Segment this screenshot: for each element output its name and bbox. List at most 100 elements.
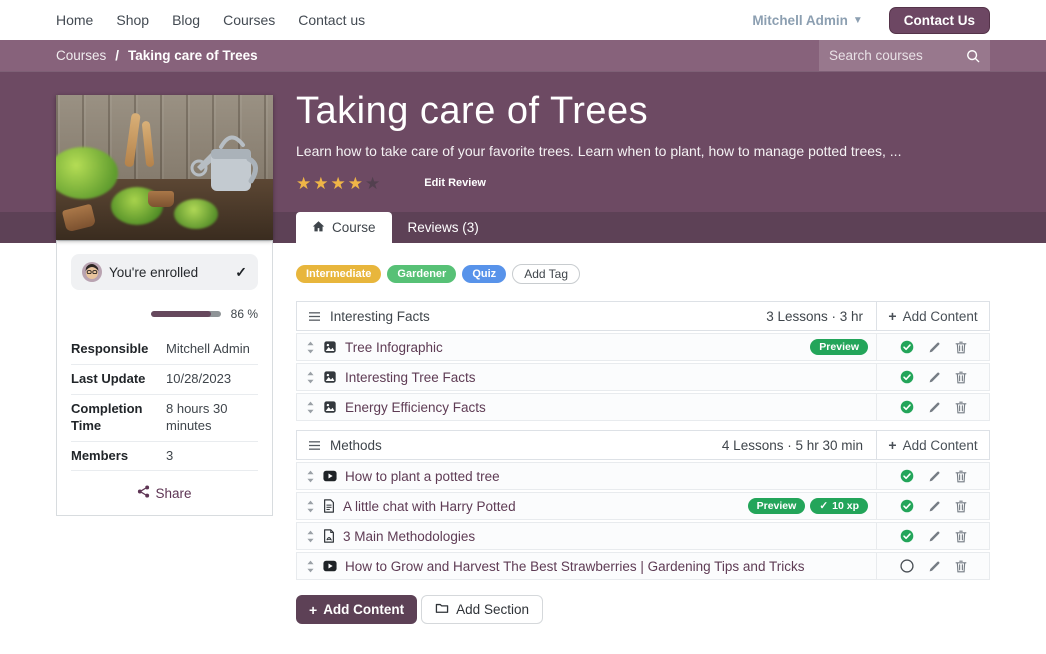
tab-reviews-label: Reviews (3) [408, 220, 479, 235]
section-meta: 4 Lessons · 5 hr 30 min [722, 438, 863, 453]
detail-row: Completion Time 8 hours 30 minutes [71, 394, 258, 441]
pencil-icon[interactable] [928, 500, 941, 513]
document-icon [323, 499, 335, 513]
lesson-title-link[interactable]: How to plant a potted tree [345, 469, 860, 484]
preview-badge: Preview [810, 339, 868, 355]
trash-icon[interactable] [955, 341, 967, 354]
star-rating[interactable]: ★★★★★ [296, 175, 382, 192]
course-side-panel: You're enrolled ✓ 86 % Responsible Mitch… [56, 95, 273, 516]
drag-handle-icon[interactable] [297, 500, 323, 513]
nav-link-blog[interactable]: Blog [172, 12, 200, 28]
pencil-icon[interactable] [928, 371, 941, 384]
tag-gardener[interactable]: Gardener [387, 265, 456, 283]
section-title[interactable]: Methods [330, 438, 722, 453]
pencil-icon[interactable] [928, 401, 941, 414]
section-header: Methods 4 Lessons · 5 hr 30 min + Add Co… [296, 430, 990, 460]
star-icon[interactable]: ★ [331, 174, 348, 193]
top-navigation: Home Shop Blog Courses Contact us Mitche… [0, 0, 1046, 40]
lesson-row: 3 Main Methodologies [296, 522, 990, 550]
trash-icon[interactable] [955, 560, 967, 573]
drag-handle-icon[interactable] [297, 530, 323, 543]
pencil-icon[interactable] [928, 341, 941, 354]
lesson-title-link[interactable]: A little chat with Harry Potted [343, 499, 740, 514]
search-input[interactable] [829, 48, 966, 63]
section-add-content-label: Add Content [903, 309, 978, 324]
cover-watering-can [187, 123, 265, 202]
breadcrumb-parent[interactable]: Courses [56, 48, 106, 63]
trash-icon[interactable] [955, 401, 967, 414]
tag-quiz[interactable]: Quiz [462, 265, 506, 283]
pencil-icon[interactable] [928, 470, 941, 483]
add-content-button[interactable]: + Add Content [296, 595, 417, 624]
share-button[interactable]: Share [137, 485, 191, 501]
nav-link-contact-us[interactable]: Contact us [298, 12, 365, 28]
drag-handle-icon[interactable] [297, 401, 323, 414]
trash-icon[interactable] [955, 371, 967, 384]
circle-check-icon[interactable] [900, 469, 914, 483]
trash-icon[interactable] [955, 530, 967, 543]
rating-row: ★★★★★ Edit Review [296, 175, 990, 192]
plus-icon: + [888, 309, 896, 323]
user-menu[interactable]: Mitchell Admin ▼ [752, 13, 862, 28]
star-icon[interactable]: ★ [348, 174, 365, 193]
image-icon [323, 400, 337, 414]
drag-handle-icon[interactable] [297, 470, 323, 483]
circle-outline-icon[interactable] [900, 559, 914, 573]
cover-pot [148, 191, 174, 207]
footer-buttons: + Add Content Add Section [296, 595, 990, 624]
drag-handle-icon[interactable] [297, 341, 323, 354]
lesson-title-link[interactable]: How to Grow and Harvest The Best Strawbe… [345, 559, 860, 574]
nav-link-courses[interactable]: Courses [223, 12, 275, 28]
add-content-button-label: Add Content [323, 602, 404, 617]
section-add-content-button[interactable]: + Add Content [877, 309, 989, 324]
add-tag-button[interactable]: Add Tag [512, 264, 580, 284]
drag-handle-icon[interactable] [297, 371, 323, 384]
lesson-actions [877, 559, 989, 573]
trash-icon[interactable] [955, 470, 967, 483]
check-icon: ✓ [819, 500, 828, 512]
detail-value: 3 [166, 448, 258, 465]
nav-link-shop[interactable]: Shop [116, 12, 149, 28]
lesson-title-link[interactable]: Interesting Tree Facts [345, 370, 860, 385]
menu-drag-icon[interactable] [297, 311, 330, 322]
menu-drag-icon[interactable] [297, 440, 330, 451]
section-add-content-button[interactable]: + Add Content [877, 438, 989, 453]
enrolled-banner: You're enrolled ✓ [71, 254, 258, 290]
share-icon [137, 485, 150, 501]
detail-row: Members 3 [71, 441, 258, 471]
progress-percent: 86 % [231, 307, 258, 321]
lesson-title-link[interactable]: Tree Infographic [345, 340, 802, 355]
section-title[interactable]: Interesting Facts [330, 309, 766, 324]
section-rows: Tree Infographic Preview Interesting Tre… [296, 333, 990, 421]
detail-label: Responsible [71, 341, 166, 358]
detail-label: Completion Time [71, 401, 166, 435]
add-section-button[interactable]: Add Section [421, 595, 543, 624]
star-icon[interactable]: ★ [313, 174, 330, 193]
search-icon[interactable] [966, 49, 980, 63]
drag-handle-icon[interactable] [297, 560, 323, 573]
circle-check-icon[interactable] [900, 400, 914, 414]
pencil-icon[interactable] [928, 560, 941, 573]
star-icon[interactable]: ★ [296, 174, 313, 193]
detail-value: Mitchell Admin [166, 341, 258, 358]
trash-icon[interactable] [955, 500, 967, 513]
tab-course[interactable]: Course [296, 212, 392, 243]
circle-check-icon[interactable] [900, 499, 914, 513]
contact-us-button[interactable]: Contact Us [889, 7, 990, 34]
circle-check-icon[interactable] [900, 340, 914, 354]
tag-intermediate[interactable]: Intermediate [296, 265, 381, 283]
user-avatar [82, 262, 102, 282]
edit-review-link[interactable]: Edit Review [424, 177, 486, 189]
nav-link-home[interactable]: Home [56, 12, 93, 28]
lesson-title-link[interactable]: 3 Main Methodologies [343, 529, 860, 544]
lesson-title-link[interactable]: Energy Efficiency Facts [345, 400, 860, 415]
star-icon[interactable]: ★ [365, 174, 382, 193]
circle-check-icon[interactable] [900, 529, 914, 543]
main-menu: Home Shop Blog Courses Contact us [56, 12, 365, 28]
pencil-icon[interactable] [928, 530, 941, 543]
circle-check-icon[interactable] [900, 370, 914, 384]
tab-reviews[interactable]: Reviews (3) [392, 212, 495, 243]
course-section: Methods 4 Lessons · 5 hr 30 min + Add Co… [296, 430, 990, 580]
pdf-icon [323, 529, 335, 543]
image-icon [323, 340, 337, 354]
